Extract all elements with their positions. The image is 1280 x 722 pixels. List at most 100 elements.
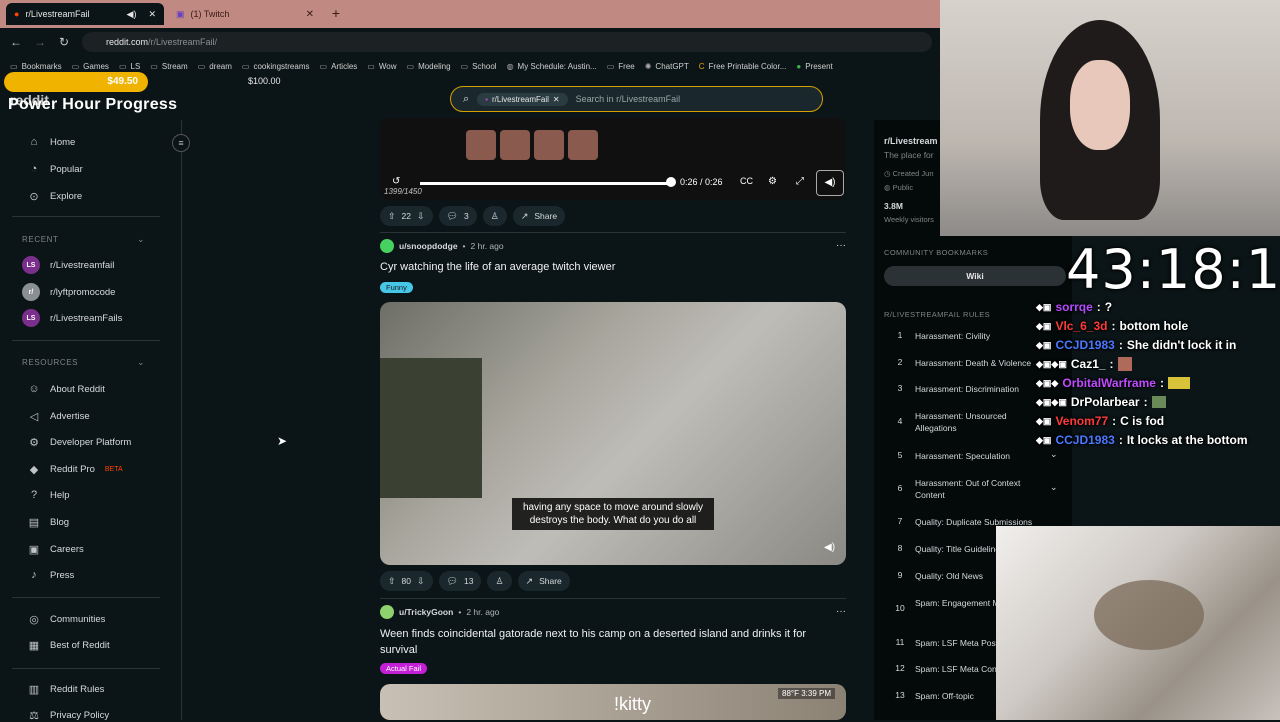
chevron-down-icon[interactable]: ⌄ — [1050, 449, 1058, 460]
community-name[interactable]: r/Livestream — [884, 136, 938, 146]
power-hour-goal: $100.00 — [248, 76, 281, 86]
settings-icon[interactable]: ⚙ — [768, 176, 777, 187]
bookmark-item[interactable]: ▭ LS — [119, 62, 140, 71]
url-field[interactable]: reddit.com/r/LivestreamFail/ — [82, 32, 932, 52]
sidebar-item-communities[interactable]: ◎ Communities — [28, 613, 105, 626]
resources-header[interactable]: RESOURCES — [22, 358, 78, 367]
award-button[interactable]: ♙ — [487, 571, 512, 591]
bookmark-item[interactable]: ▭ Games — [72, 62, 109, 71]
forward-icon[interactable]: → — [32, 34, 48, 50]
chat-message: ◆▣ Venom77: C is fod — [1036, 414, 1165, 428]
post-author[interactable]: u/snoopdodge — [399, 241, 458, 251]
rule-item[interactable]: Harassment: Out of Context Content — [915, 477, 1045, 501]
sidebar-item-reddit-rules[interactable]: ▥ Reddit Rules — [28, 683, 105, 696]
sidebar-item-home[interactable]: ⌂ Home — [28, 136, 76, 148]
subreddit-search-chip[interactable]: ▪ r/LivestreamFail ✕ — [477, 92, 568, 106]
reload-icon[interactable]: ↻ — [56, 34, 72, 50]
sidebar-item-recent[interactable]: r/r/lyftpromocode — [22, 283, 115, 301]
url-domain: reddit.com — [106, 37, 149, 47]
share-button[interactable]: ↗ Share — [512, 206, 566, 226]
sidebar-item-popular[interactable]: ◔ Popular — [28, 163, 83, 175]
comment-icon: 💬︎ — [446, 575, 458, 586]
post-flair[interactable]: Actual Fail — [380, 663, 428, 674]
bookmark-item[interactable]: ▭ Modeling — [407, 62, 451, 71]
mute-icon[interactable]: ◀) — [824, 542, 835, 553]
more-options-icon[interactable]: ··· — [836, 606, 846, 617]
sidebar-item-recent[interactable]: LS r/LivestreamFails — [22, 309, 122, 327]
bookmark-item[interactable]: ▭ Stream — [150, 62, 187, 71]
chevron-down-icon[interactable]: ⌄ — [1050, 482, 1058, 493]
bookmark-item[interactable]: ▭ Wow — [367, 62, 396, 71]
post-flair[interactable]: Funny — [380, 282, 413, 293]
bookmark-item[interactable]: C Free Printable Color... — [699, 62, 787, 71]
sidebar-item-privacy-policy[interactable]: ⚖ Privacy Policy — [28, 709, 109, 722]
sidebar-item-best-of-reddit[interactable]: ▦ Best of Reddit — [28, 639, 110, 652]
chevron-down-icon[interactable]: ⌄ — [137, 234, 145, 245]
tab-livestreamfail[interactable]: ● r/LivestreamFail ◀) ✕ — [6, 3, 164, 25]
comments-button[interactable]: 💬︎ 3 — [438, 206, 477, 226]
bookmark-item[interactable]: ▭ Articles — [320, 62, 358, 71]
award-button[interactable]: ♙ — [482, 206, 507, 226]
sidebar-item-recent[interactable]: LS r/Livestreamfail — [22, 256, 114, 274]
sidebar-item-reddit-pro[interactable]: ◆ Reddit Pro BETA — [28, 463, 123, 476]
post-title[interactable]: Ween finds coincidental gatorade next to… — [380, 626, 846, 658]
post-author[interactable]: u/TrickyGoon — [399, 607, 453, 617]
rule-item[interactable]: Harassment: Death & Violence — [915, 357, 1045, 369]
vote-control[interactable]: ⇧ 22 ⇩ — [380, 206, 433, 226]
wiki-button[interactable]: Wiki — [884, 266, 1066, 286]
sidebar-item-press[interactable]: ♪ Press — [28, 569, 74, 581]
post-video[interactable] — [380, 684, 846, 720]
bookmark-item[interactable]: ✺ ChatGPT — [645, 62, 689, 71]
collapse-sidebar-button[interactable]: ≡ — [172, 134, 190, 152]
post-title[interactable]: Cyr watching the life of an average twit… — [380, 261, 615, 273]
recent-header[interactable]: RECENT — [22, 235, 59, 244]
chevron-down-icon[interactable]: ⌄ — [137, 357, 145, 368]
rule-item[interactable]: Harassment: Civility — [915, 330, 1045, 342]
vote-control[interactable]: ⇧ 80 ⇩ — [380, 571, 433, 591]
explore-icon: ⊙ — [29, 191, 39, 203]
search-input[interactable]: ⌕ ▪ r/LivestreamFail ✕ Search in r/Lives… — [450, 86, 823, 112]
comments-button[interactable]: 💬︎ 13 — [438, 571, 482, 591]
back-icon[interactable]: ← — [8, 34, 24, 50]
sidebar-item-developer-platform[interactable]: ⚙ Developer Platform — [28, 436, 131, 449]
rule-item[interactable]: Harassment: Unsourced Allegations — [915, 410, 1045, 434]
downvote-icon[interactable]: ⇩ — [417, 211, 425, 222]
close-icon[interactable]: ✕ — [553, 95, 560, 104]
sidebar-item-blog[interactable]: ▤ Blog — [28, 516, 69, 529]
bookmark-item[interactable]: ▭ cookingstreams — [242, 62, 310, 71]
rule-item[interactable]: Harassment: Discrimination — [915, 383, 1045, 395]
upvote-icon[interactable]: ⇧ — [388, 576, 396, 587]
close-icon[interactable]: ✕ — [148, 9, 156, 20]
chat-message: ◆▣ CCJD1983: She didn't lock it in — [1036, 338, 1237, 352]
upvote-icon[interactable]: ⇧ — [388, 211, 396, 222]
bookmark-item[interactable]: ▭ School — [461, 62, 497, 71]
fullscreen-icon[interactable]: ⤢ — [796, 176, 804, 187]
video-progress-bar[interactable] — [420, 182, 672, 185]
sidebar-item-advertise[interactable]: ◁ Advertise — [28, 410, 90, 423]
replay-icon[interactable]: ↺ — [392, 176, 400, 187]
more-options-icon[interactable]: ··· — [836, 240, 846, 251]
mute-button[interactable]: ◀) — [816, 170, 844, 196]
new-tab-button[interactable]: + — [328, 5, 344, 21]
avatar[interactable] — [380, 605, 394, 619]
sidebar-item-help[interactable]: ? Help — [28, 489, 70, 501]
bookmark-item[interactable]: ● Present — [796, 62, 832, 71]
sidebar-item-about[interactable]: ☺ About Reddit — [28, 383, 105, 395]
bookmark-item[interactable]: ▭ Free — [607, 62, 635, 71]
tab-twitch[interactable]: ▣ (1) Twitch ✕ — [168, 3, 322, 25]
avatar[interactable] — [380, 239, 394, 253]
downvote-icon[interactable]: ⇩ — [417, 576, 425, 587]
bookmark-item[interactable]: ◍ My Schedule: Austin... — [507, 62, 597, 71]
captions-icon[interactable]: CC — [740, 176, 753, 186]
bookmark-item[interactable]: ▭ Bookmarks — [10, 62, 62, 71]
video-scrubber-handle[interactable] — [666, 177, 676, 187]
bookmark-item[interactable]: ▭ dream — [198, 62, 232, 71]
post-age: 2 hr. ago — [466, 607, 500, 617]
rule-item[interactable]: Harassment: Speculation — [915, 450, 1045, 462]
share-button[interactable]: ↗ Share — [517, 571, 570, 591]
audio-icon[interactable]: ◀) — [127, 9, 137, 20]
close-icon[interactable]: ✕ — [306, 9, 314, 20]
sidebar-item-explore[interactable]: ⊙ Explore — [28, 190, 82, 203]
sidebar-item-careers[interactable]: ▣ Careers — [28, 543, 84, 556]
post-video[interactable] — [380, 118, 846, 200]
